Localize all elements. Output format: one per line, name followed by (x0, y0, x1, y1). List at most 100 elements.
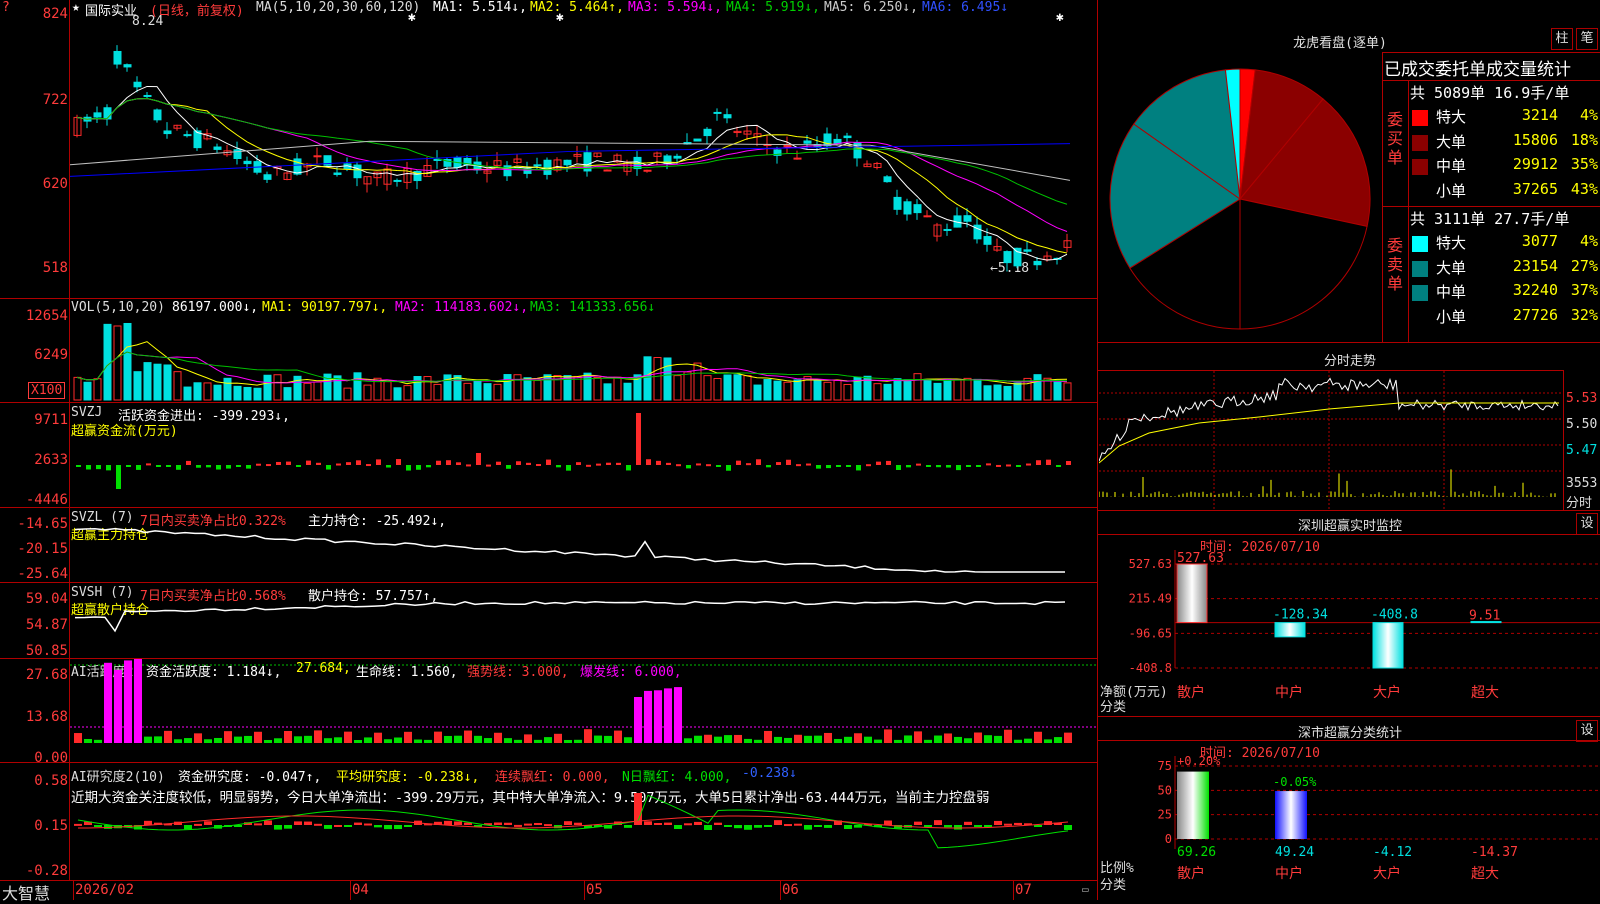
x-label: 07 (1015, 882, 1032, 898)
ai-research-chart[interactable] (70, 763, 1097, 880)
volume-bar (693, 362, 702, 401)
svsh-y-tick: 59.04 (25, 591, 68, 607)
flow-bar (86, 465, 91, 470)
ma3-value: MA3: 5.594↓, (628, 0, 722, 15)
bar-value-label: -128.34 (1273, 608, 1328, 623)
candle-body (543, 159, 552, 175)
volume-bar (1053, 381, 1062, 401)
buy-percent: 4% (1579, 106, 1598, 124)
ai2-y-tick: 0.58 (34, 773, 68, 789)
activity-bar (444, 735, 452, 743)
activity-bar (124, 660, 132, 743)
vol-ma3: MA3: 141333.656↓ (530, 300, 656, 315)
fenshi-price: 5.47 (1566, 443, 1598, 458)
activity-bar (344, 731, 352, 743)
lock-icon[interactable]: ▭ (1082, 883, 1089, 896)
main-holding-chart[interactable] (70, 508, 1097, 582)
flow-bar (796, 464, 801, 467)
flow-bar (396, 459, 401, 465)
activity-bar (1034, 731, 1042, 743)
activity-bar (614, 730, 622, 743)
ratio-bar-chart[interactable]: 75 50 25 0 69.26 散户 49.24 中户 -4.12 大户 -14.37 超大 +0.2… (1100, 756, 1600, 900)
activity-bar (684, 738, 692, 743)
color-swatch (1412, 110, 1428, 126)
flow-bar (686, 465, 691, 469)
activity-bar (274, 738, 282, 743)
flow-bar (586, 464, 591, 467)
research-bar (674, 825, 682, 830)
research-bar (884, 820, 892, 825)
y-tick-label: 0 (1165, 832, 1172, 846)
candlestick-chart[interactable] (70, 18, 1097, 298)
longhu-title: 龙虎看盘(逐单) (1293, 36, 1387, 51)
intraday-chart[interactable] (1099, 371, 1563, 510)
flow-bar (186, 460, 191, 465)
order-pie-chart[interactable] (1108, 62, 1372, 336)
flow-bar (236, 465, 241, 467)
volume-bar (723, 374, 732, 401)
color-swatch (1412, 159, 1428, 175)
buy-percent: 43% (1570, 179, 1598, 198)
research-bar (494, 822, 502, 825)
research-bar (924, 825, 932, 827)
volume-bar (733, 374, 742, 401)
research-bar (814, 825, 822, 827)
sz-class-title: 深市超赢分类统计 (1297, 726, 1402, 741)
activity-bar (964, 738, 972, 743)
volume-bar (703, 375, 712, 401)
net-amount-bar-chart[interactable]: 527.63 215.49 -96.65 -408.8 527.63 散户 -128.34 中… (1100, 550, 1600, 715)
activity-bar (654, 690, 662, 743)
retail-holding-chart[interactable] (70, 583, 1097, 658)
activity-bar (384, 739, 392, 743)
buy-volume: 29912 (1512, 155, 1558, 173)
activity-bar (454, 735, 462, 743)
activity-bar (434, 731, 442, 743)
activity-bar (844, 736, 852, 743)
star-icon[interactable]: ★ (72, 0, 80, 15)
bar-view-button[interactable]: 柱 (1551, 28, 1573, 50)
svzl-y-tick: -20.15 (17, 541, 68, 557)
volume-bar (123, 322, 132, 401)
candle-body (1013, 247, 1022, 267)
volume-bar (983, 385, 992, 401)
activity-bar (634, 696, 642, 743)
volume-bar (153, 363, 162, 401)
research-bar (394, 825, 402, 830)
kline-y-tick: 518 (42, 260, 68, 276)
category-label: 大户 (1373, 684, 1401, 701)
ai-activity-chart[interactable] (70, 659, 1097, 762)
sz-monitor-settings-button[interactable]: 设 (1576, 513, 1598, 535)
volume-chart[interactable] (70, 318, 1097, 402)
tick-view-button[interactable]: 笔 (1576, 28, 1598, 50)
activity-bar (1024, 738, 1032, 743)
candle-body (603, 169, 612, 172)
activity-bar (1014, 739, 1022, 743)
research-bar (364, 823, 372, 826)
flow-bar (356, 460, 361, 465)
volume-bar (283, 387, 292, 401)
flow-bar (316, 462, 321, 465)
activity-bar (714, 736, 722, 743)
x-label: 06 (782, 882, 799, 898)
flow-bar (726, 465, 731, 471)
candle-body (353, 164, 362, 179)
volume-bar (433, 383, 442, 401)
research-bar (534, 822, 542, 825)
sz-class-settings-button[interactable]: 设 (1576, 720, 1598, 742)
sell-row: 中单 32240 37% (1410, 279, 1600, 303)
research-bar (144, 820, 152, 825)
category-label: 超大 (1471, 685, 1499, 701)
candle-body (123, 64, 132, 68)
vol-y-tick: 12654 (25, 308, 68, 324)
volume-bar (343, 387, 352, 401)
flow-bar (346, 462, 351, 465)
fund-flow-chart[interactable] (70, 403, 1097, 507)
svzj-y-tick: 9711 (34, 412, 68, 428)
period-label[interactable]: (日线，前复权) (150, 0, 244, 19)
activity-bar (894, 739, 902, 743)
flow-bar (886, 460, 891, 465)
volume-bar (613, 376, 622, 401)
flow-bar (716, 465, 721, 467)
y-tick-label: -96.65 (1129, 626, 1172, 640)
research-bar (294, 821, 302, 825)
